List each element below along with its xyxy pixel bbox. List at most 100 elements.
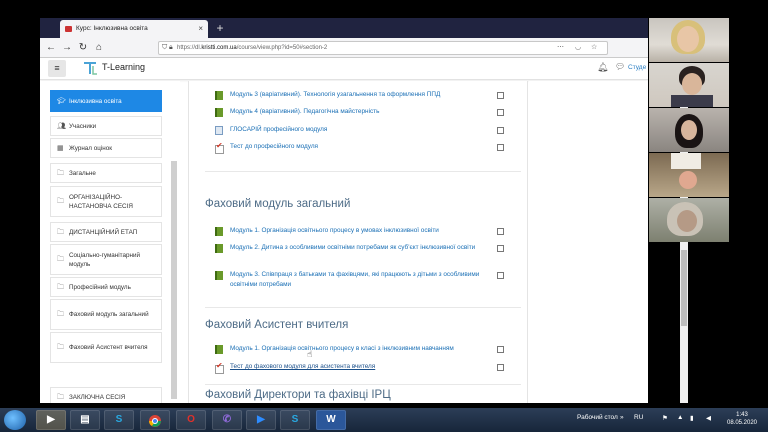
volume-icon[interactable]: ◀ (706, 414, 711, 422)
back-arrow-icon[interactable]: ← (44, 40, 58, 56)
activity-book[interactable]: Модуль 3. Співпраця з батьками та фахівц… (215, 270, 505, 292)
chat-icon[interactable]: 💬︎ (615, 62, 625, 71)
section-title[interactable]: Фаховий модуль загальний (205, 198, 350, 210)
site-brand[interactable]: T-Learning (102, 62, 145, 72)
opera-icon[interactable]: O (176, 410, 206, 430)
word-icon[interactable]: W (316, 410, 346, 430)
sidebar-item-section-professional[interactable]: 🗀 Професійний модуль (50, 277, 162, 297)
section-divider (205, 307, 521, 308)
bell-icon[interactable]: 🔔︎ (597, 62, 608, 73)
network-icon[interactable]: ▮ (690, 414, 694, 422)
completion-checkbox[interactable] (497, 245, 504, 252)
completion-checkbox[interactable] (497, 228, 504, 235)
zoom-icon[interactable]: ▶ (246, 410, 276, 430)
page-scrollbar-thumb[interactable] (681, 250, 687, 326)
new-tab-button[interactable]: + (212, 20, 228, 36)
sidebar-item-grades[interactable]: ▦ Журнал оцінок (50, 138, 162, 158)
viber-icon[interactable]: ✆ (212, 410, 242, 430)
activity-book[interactable]: Модуль 2. Дитина з особливими освітніми … (215, 243, 505, 265)
lang-indicator[interactable]: RU (634, 414, 643, 421)
completion-checkbox[interactable] (497, 127, 504, 134)
user-menu[interactable]: Студе (628, 64, 646, 71)
sidebar-item-section-general-module[interactable]: 🗀 Фаховий модуль загальний (50, 299, 162, 330)
completion-checkbox[interactable] (497, 346, 504, 353)
sidebar-item-course[interactable]: 🎓︎ Інклюзивна освіта (50, 90, 162, 112)
activity-link[interactable]: Модуль 1. Організація освітнього процесу… (230, 226, 496, 236)
reload-icon[interactable]: ↻ (76, 40, 90, 56)
clock-date: 08.05.2020 (726, 420, 758, 426)
start-button[interactable] (4, 410, 26, 430)
explorer-icon[interactable]: ▶ (36, 410, 66, 430)
activity-glossary[interactable]: ГЛОСАРІЙ професійного модуля (215, 125, 505, 137)
participant-face (677, 210, 697, 232)
sidebar-item-section-distance[interactable]: 🗀 ДИСТАНЦІЙНИЙ ЕТАП (50, 222, 162, 242)
section-title[interactable]: Фаховий Асистент вчителя (205, 319, 348, 331)
chrome-icon[interactable] (140, 410, 170, 430)
activity-book[interactable]: Модуль 4 (варіативний). Педагогічна майс… (215, 107, 505, 119)
sidebar-item-section-orientation[interactable]: 🗀 ОРГАНІЗАЦІЙНО-НАСТАНОВЧА СЕСІЯ (50, 186, 162, 217)
sidebar-item-general[interactable]: 🗀 Загальне (50, 163, 162, 183)
section-title[interactable]: Фаховий Директори та фахівці ІРЦ (205, 389, 391, 401)
desktop-toolbar-label[interactable]: Рабочий стол (577, 414, 618, 421)
participant-face (679, 171, 697, 189)
url-host: kristti.com.ua (201, 45, 237, 51)
files-icon[interactable]: ▤ (70, 410, 100, 430)
activity-link[interactable]: Модуль 2. Дитина з особливими освітніми … (230, 243, 496, 253)
activity-link[interactable]: Модуль 4 (варіативний). Педагогічна майс… (230, 107, 496, 117)
completion-checkbox[interactable] (497, 272, 504, 279)
skype-icon[interactable]: S (104, 410, 134, 430)
folder-icon: 🗀 (57, 283, 64, 291)
activity-book[interactable]: Модуль 3 (варіативний). Технологія узага… (215, 90, 505, 102)
sidebar-item-section-assistant[interactable]: 🗀 Фаховий Асистент вчителя (50, 332, 162, 363)
activity-quiz[interactable]: Тест до професійного модуля (215, 141, 505, 154)
video-participant-2[interactable] (649, 63, 729, 107)
pocket-icon[interactable]: ◡ (575, 42, 581, 54)
sidebar-item-label: ЗАКЛЮЧНА СЕСІЯ (69, 393, 126, 401)
video-participant-1[interactable] (649, 18, 729, 62)
glossary-icon (215, 126, 223, 135)
sidebar-item-label: Журнал оцінок (69, 144, 112, 152)
bookmark-star-icon[interactable]: ☆ (591, 42, 597, 54)
more-icon[interactable]: ⋯ (557, 42, 564, 54)
video-participant-4[interactable] (649, 153, 729, 197)
drawer-scrollbar[interactable] (171, 161, 177, 399)
folder-icon: 🗀 (57, 344, 64, 351)
activity-book[interactable]: Модуль 1. Організація освітнього процесу… (215, 344, 505, 356)
activity-link[interactable]: Модуль 1. Організація освітнього процесу… (230, 344, 496, 354)
menu-toggle-button[interactable]: ≡ (48, 60, 66, 77)
activity-book[interactable]: Модуль 1. Організація освітнього процесу… (215, 226, 505, 238)
completion-checkbox[interactable] (497, 92, 504, 99)
completion-checkbox[interactable] (497, 364, 504, 371)
book-icon (215, 108, 223, 117)
sidebar-item-section-social[interactable]: 🗀 Соціально-гуманітарний модуль (50, 244, 162, 275)
address-bar[interactable]: ⛉ 🔒︎ https://dl.kristti.com.ua/course/vi… (158, 41, 608, 55)
sidebar-item-participants[interactable]: 👥︎ Учасники (50, 116, 162, 136)
tab-close-icon[interactable]: × (198, 20, 203, 38)
activity-link[interactable]: Модуль 3 (варіативний). Технологія узага… (230, 90, 496, 100)
forward-arrow-icon[interactable]: → (60, 40, 74, 56)
system-clock[interactable]: 1:43 08.05.2020 (725, 411, 759, 427)
tab-course[interactable]: Курс: Інклюзивна освіта × (60, 20, 208, 38)
book-icon (215, 227, 223, 236)
skype-icon[interactable]: S (280, 410, 310, 430)
activity-link[interactable]: Тест до професійного модуля (230, 142, 496, 152)
video-participant-3[interactable] (649, 108, 729, 152)
folder-icon: 🗀 (57, 198, 64, 205)
sidebar-item-section-final[interactable]: 🗀 ЗАКЛЮЧНА СЕСІЯ (50, 387, 162, 403)
activity-link[interactable]: Тест до фахового модуля для асистента вч… (230, 362, 496, 372)
flag-icon[interactable]: ⚑ (662, 414, 668, 422)
video-participant-5[interactable] (649, 198, 729, 242)
clock-time: 1:43 (736, 412, 748, 418)
shield-icon: ⛉ (162, 44, 168, 51)
tray-chevron-icon[interactable]: » (620, 414, 624, 421)
up-arrow-icon[interactable]: ▲ (677, 414, 683, 421)
home-icon[interactable]: ⌂ (92, 40, 106, 56)
mouse-cursor-icon: ☝︎ (307, 349, 313, 359)
completion-checkbox[interactable] (497, 144, 504, 151)
completion-checkbox[interactable] (497, 109, 504, 116)
activity-quiz[interactable]: Тест до фахового модуля для асистента вч… (215, 361, 505, 374)
sidebar-item-label: Професійний модуль (69, 283, 131, 291)
activity-link[interactable]: ГЛОСАРІЙ професійного модуля (230, 125, 496, 135)
activity-link[interactable]: Модуль 3. Співпраця з батьками та фахівц… (230, 270, 496, 290)
book-icon (215, 244, 223, 253)
